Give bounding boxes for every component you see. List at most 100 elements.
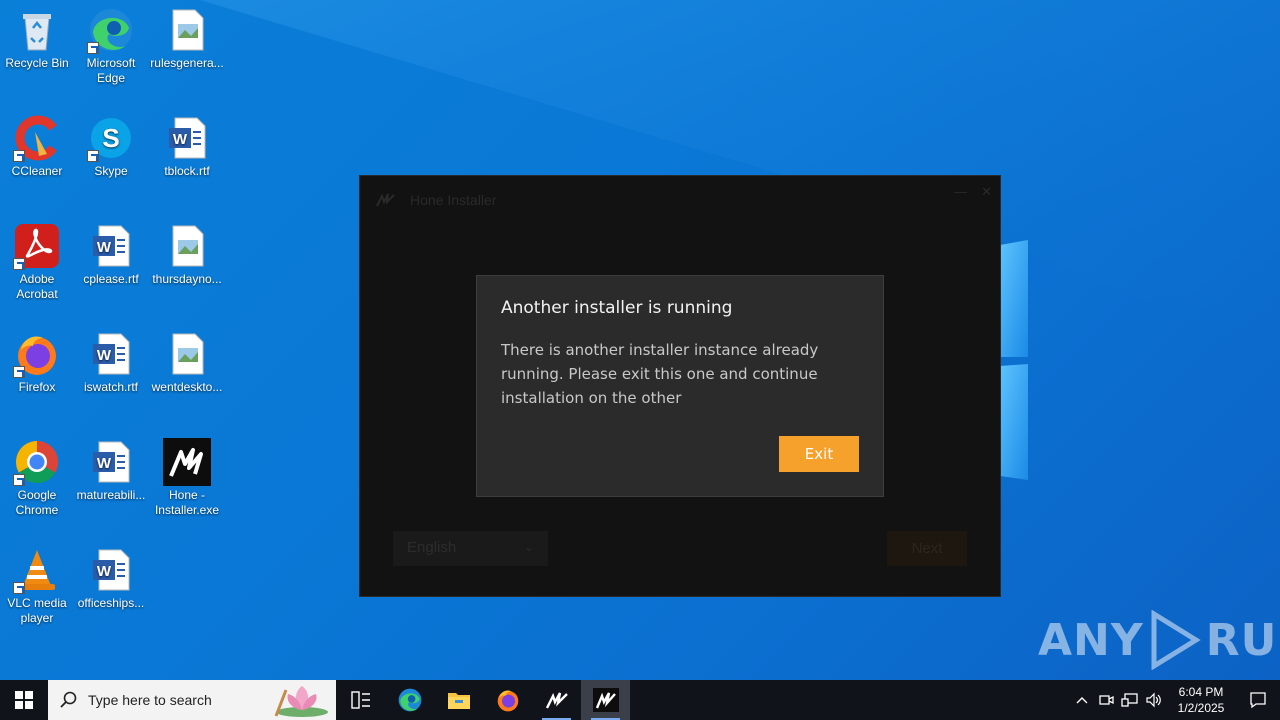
language-value: English [407, 539, 457, 556]
desktop-icon-rulesgenera[interactable]: rulesgenera... [150, 6, 224, 71]
desktop-icon-label: tblock.rtf [164, 164, 210, 178]
desktop-icon-adobe-acrobat[interactable]: Adobe Acrobat [0, 222, 74, 302]
word-document-icon: W [87, 546, 135, 594]
desktop-icon-tblock[interactable]: W tblock.rtf [150, 114, 224, 179]
desktop-icon-ccleaner[interactable]: CCleaner [0, 114, 74, 179]
desktop-icon-label: officeships... [77, 596, 145, 610]
taskbar-search-box[interactable]: Type here to search [48, 680, 336, 720]
task-view-button[interactable] [336, 680, 385, 720]
chrome-icon [13, 438, 61, 486]
dialog-title: Another installer is running [501, 298, 733, 318]
lotus-decoration-icon [274, 686, 328, 717]
shortcut-arrow-icon [13, 258, 25, 270]
desktop-icon-label: Google Chrome [15, 488, 59, 517]
start-button[interactable] [0, 680, 48, 720]
image-file-icon [163, 6, 211, 54]
desktop-icon-skype[interactable]: S Skype [74, 114, 148, 179]
desktop-icon-wentdeskto[interactable]: wentdeskto... [150, 330, 224, 395]
desktop-icon-hone-installer[interactable]: Hone - Installer.exe [150, 438, 224, 518]
desktop-icon-cplease[interactable]: W cplease.rtf [74, 222, 148, 287]
shortcut-arrow-icon [13, 582, 25, 594]
svg-text:W: W [97, 347, 112, 364]
notification-icon [1250, 692, 1266, 709]
taskbar-hone-active-button[interactable] [581, 680, 630, 720]
desktop-icon-label: thursdayno... [152, 272, 222, 286]
desktop-icon-label: Firefox [18, 380, 56, 394]
network-icon [1121, 693, 1138, 707]
next-button[interactable]: Next [887, 531, 967, 566]
language-select[interactable]: English ⌄ [393, 531, 548, 566]
desktop-icon-firefox[interactable]: Firefox [0, 330, 74, 395]
desktop-icon-label: Recycle Bin [5, 56, 69, 70]
image-file-icon [163, 222, 211, 270]
desktop-icon-label: Adobe Acrobat [16, 272, 58, 301]
taskbar: Type here to search 6:04 PM 1/2/2025 [0, 680, 1280, 720]
volume-button[interactable] [1142, 680, 1166, 720]
taskbar-edge-button[interactable] [385, 680, 434, 720]
desktop-icon-label: iswatch.rtf [83, 380, 138, 394]
desktop-icon-google-chrome[interactable]: Google Chrome [0, 438, 74, 518]
desktop-icon-recycle-bin[interactable]: Recycle Bin [0, 6, 74, 71]
firefox-icon [13, 330, 61, 378]
desktop-icon-label: VLC media player [7, 596, 67, 625]
window-controls: — ✕ [954, 184, 992, 200]
speaker-icon [1146, 692, 1161, 708]
desktop-icon-matureabili[interactable]: W matureabili... [74, 438, 148, 503]
network-button[interactable] [1118, 680, 1142, 720]
desktop-icon-label: wentdeskto... [151, 380, 223, 394]
image-file-icon [163, 330, 211, 378]
desktop-icon-officeships[interactable]: W officeships... [74, 546, 148, 611]
meet-now-button[interactable] [1094, 680, 1118, 720]
taskbar-firefox-button[interactable] [483, 680, 532, 720]
desktop-icon-vlc[interactable]: VLC media player [0, 546, 74, 626]
vlc-icon [13, 546, 61, 594]
minimize-icon[interactable]: — [954, 184, 967, 200]
taskbar-hone-button[interactable] [532, 680, 581, 720]
show-hidden-icons-button[interactable] [1070, 680, 1094, 720]
notification-center-button[interactable] [1236, 680, 1280, 720]
hone-icon [163, 438, 211, 486]
exit-button[interactable]: Exit [779, 436, 859, 472]
camera-icon [1099, 695, 1114, 705]
word-document-icon: W [87, 222, 135, 270]
desktop-icon-label: CCleaner [11, 164, 63, 178]
firefox-icon [497, 690, 518, 712]
desktop-icon-label: Hone - Installer.exe [154, 488, 220, 517]
system-tray: 6:04 PM 1/2/2025 [1070, 680, 1280, 720]
taskbar-file-explorer-button[interactable] [434, 680, 483, 720]
clock-date: 1/2/2025 [1177, 701, 1225, 715]
desktop-icon-label: matureabili... [76, 488, 146, 502]
svg-text:W: W [173, 131, 188, 148]
shortcut-arrow-icon [13, 150, 25, 162]
skype-icon: S [87, 114, 135, 162]
taskbar-clock[interactable]: 6:04 PM 1/2/2025 [1166, 684, 1236, 716]
word-document-icon: W [87, 438, 135, 486]
desktop-icon-label: Microsoft Edge [86, 56, 136, 85]
desktop-icon-thursdayno[interactable]: thursdayno... [150, 222, 224, 287]
shortcut-arrow-icon [13, 366, 25, 378]
shortcut-arrow-icon [87, 42, 99, 54]
watermark-text-right: RUN [1205, 614, 1280, 666]
chevron-down-icon: ⌄ [523, 540, 534, 554]
svg-text:S: S [102, 123, 119, 153]
search-icon [60, 691, 77, 708]
hone-logo-icon [376, 193, 395, 207]
ccleaner-icon [13, 114, 61, 162]
word-document-icon: W [163, 114, 211, 162]
acrobat-icon [13, 222, 61, 270]
task-view-icon [350, 691, 370, 709]
anyrun-watermark: ANY RUN [1038, 610, 1280, 670]
desktop-icon-microsoft-edge[interactable]: Microsoft Edge [74, 6, 148, 86]
svg-text:W: W [97, 563, 112, 580]
desktop-icon-label: Skype [94, 164, 128, 178]
close-icon[interactable]: ✕ [981, 184, 992, 200]
desktop-icon-iswatch[interactable]: W iswatch.rtf [74, 330, 148, 395]
installer-titlebar: Hone Installer [360, 176, 1000, 224]
edge-icon [87, 6, 135, 54]
clock-time: 6:04 PM [1178, 685, 1224, 699]
desktop-icon-label: cplease.rtf [83, 272, 139, 286]
play-logo-icon [1151, 610, 1201, 670]
watermark-text-left: ANY [1038, 614, 1144, 666]
search-placeholder: Type here to search [88, 692, 212, 708]
file-explorer-icon [447, 693, 470, 709]
